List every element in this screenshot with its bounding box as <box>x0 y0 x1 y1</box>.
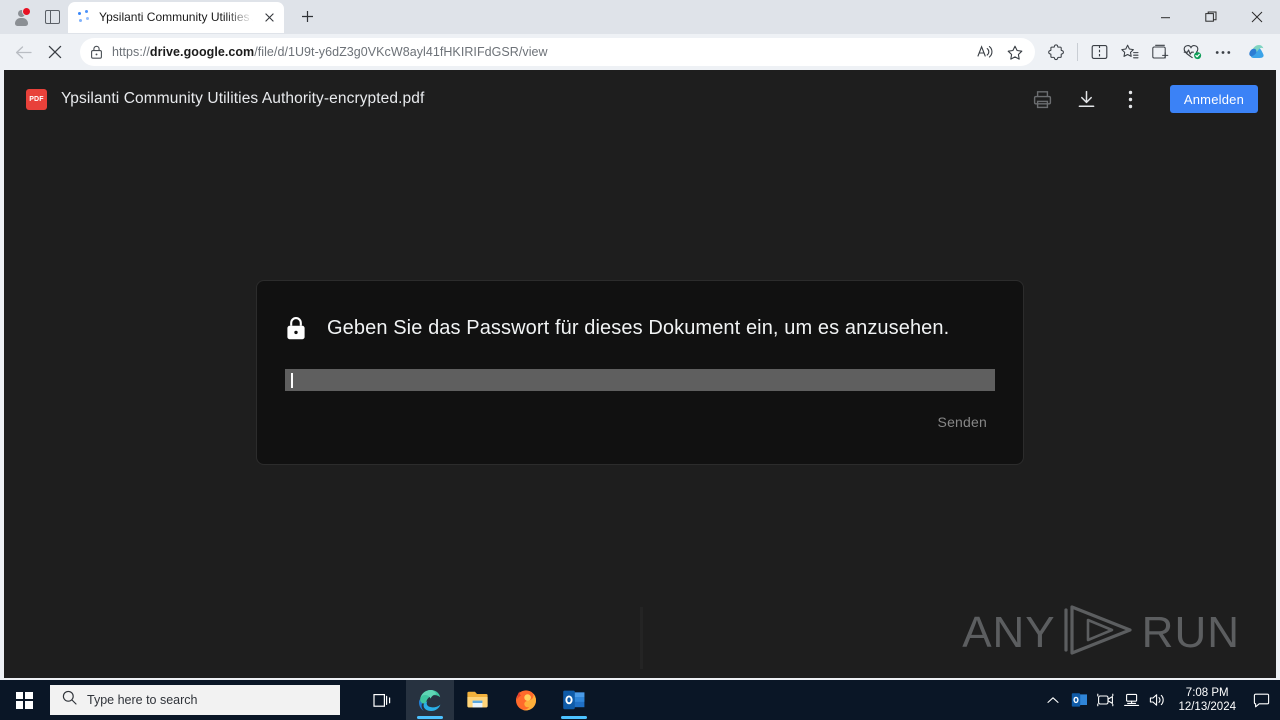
settings-more-icon[interactable] <box>1208 38 1238 66</box>
screen: Ypsilanti Community Utilities Aut <box>0 0 1280 720</box>
url-path: /file/d/1U9t-y6dZ3g0VKcW8ayl41fHKIRIFdGS… <box>254 45 548 59</box>
copilot-icon[interactable] <box>1242 38 1272 66</box>
password-input[interactable] <box>285 369 995 391</box>
profile-notification-dot <box>22 7 31 16</box>
windows-logo-icon <box>15 691 33 709</box>
clock-time: 7:08 PM <box>1185 686 1229 699</box>
loading-spinner-icon <box>78 10 92 24</box>
task-view-icon[interactable] <box>360 680 406 720</box>
notification-center-icon[interactable] <box>1246 680 1276 720</box>
page-separator <box>640 607 643 669</box>
pdf-title-group: PDF Ypsilanti Community Utilities Author… <box>26 88 425 110</box>
pdf-file-icon: PDF <box>26 88 47 110</box>
taskbar-app-buttons <box>406 680 598 720</box>
favorite-star-icon[interactable] <box>1001 40 1029 64</box>
taskbar-search-placeholder: Type here to search <box>87 693 198 707</box>
edge-browser-window: Ypsilanti Community Utilities Aut <box>0 0 1280 680</box>
restore-button[interactable] <box>1188 0 1234 34</box>
start-button[interactable] <box>0 680 48 720</box>
taskbar-search-box[interactable]: Type here to search <box>50 685 340 715</box>
navigation-bar: https://drive.google.com/file/d/1U9t-y6d… <box>0 34 1280 70</box>
more-vertical-icon[interactable] <box>1112 80 1150 118</box>
back-button[interactable] <box>8 38 38 66</box>
split-screen-icon[interactable] <box>1084 38 1114 66</box>
site-security-lock-icon[interactable] <box>90 45 104 59</box>
password-prompt-message: Geben Sie das Passwort für dieses Dokume… <box>327 317 950 339</box>
download-icon[interactable] <box>1068 80 1106 118</box>
vertical-tabs-icon <box>44 10 60 24</box>
favorites-list-icon[interactable] <box>1115 38 1145 66</box>
tab-title: Ypsilanti Community Utilities Aut <box>99 9 253 24</box>
pdf-file-name: Ypsilanti Community Utilities Authority-… <box>61 90 425 107</box>
active-app-indicator <box>561 716 587 719</box>
window-controls <box>1142 0 1280 34</box>
network-icon[interactable] <box>1118 680 1144 720</box>
volume-icon[interactable] <box>1144 680 1170 720</box>
password-dialog: Geben Sie das Passwort für dieses Dokume… <box>256 280 1024 465</box>
browser-essentials-icon[interactable] <box>1177 38 1207 66</box>
extensions-icon[interactable] <box>1041 38 1071 66</box>
taskbar-app-microsoft-edge[interactable] <box>406 680 454 720</box>
pdf-viewer-header: PDF Ypsilanti Community Utilities Author… <box>4 70 1276 128</box>
password-dialog-header: Geben Sie das Passwort für dieses Dokume… <box>285 307 995 349</box>
print-icon[interactable] <box>1024 80 1062 118</box>
browser-tab[interactable]: Ypsilanti Community Utilities Aut <box>68 1 284 33</box>
search-icon <box>62 690 77 710</box>
read-aloud-icon[interactable] <box>971 40 999 64</box>
collections-icon[interactable] <box>1146 38 1176 66</box>
watermark-text-left: ANY <box>962 607 1056 657</box>
address-bar-trailing-icons <box>971 40 1029 64</box>
camera-tray-icon[interactable] <box>1092 680 1118 720</box>
anyrun-watermark: ANY RUN <box>962 603 1240 662</box>
browser-toolbar <box>1041 38 1272 66</box>
anyrun-play-logo-icon <box>1062 603 1136 662</box>
active-app-indicator <box>417 716 443 719</box>
chevron-up-icon[interactable] <box>1040 680 1066 720</box>
taskbar-clock[interactable]: 7:08 PM 12/13/2024 <box>1170 680 1246 720</box>
pdf-viewer: PDF Ypsilanti Community Utilities Author… <box>4 70 1276 678</box>
sign-in-button[interactable]: Anmelden <box>1169 85 1258 113</box>
lock-icon <box>285 316 307 341</box>
tab-strip-leading-controls: Ypsilanti Community Utilities Aut <box>0 0 326 34</box>
windows-taskbar: Type here to search 7:08 PM 12/13/2024 <box>0 680 1280 720</box>
url-prefix: https:// <box>112 45 150 59</box>
profile-avatar-button[interactable] <box>6 4 36 30</box>
submit-password-button[interactable]: Senden <box>930 410 995 434</box>
url-domain: drive.google.com <box>149 45 255 59</box>
clock-date: 12/13/2024 <box>1178 701 1236 713</box>
minimize-button[interactable] <box>1142 0 1188 34</box>
tab-close-icon[interactable] <box>260 8 278 26</box>
tab-actions-button[interactable] <box>38 4 66 30</box>
stop-loading-button[interactable] <box>40 38 70 66</box>
tab-strip: Ypsilanti Community Utilities Aut <box>0 0 1280 34</box>
outlook-tray-icon[interactable] <box>1066 680 1092 720</box>
toolbar-divider <box>1077 43 1078 61</box>
close-window-button[interactable] <box>1234 0 1280 34</box>
pdf-viewer-actions: Anmelden <box>1024 80 1258 118</box>
new-tab-button[interactable] <box>292 2 322 30</box>
watermark-text-right: RUN <box>1141 607 1240 657</box>
address-bar[interactable]: https://drive.google.com/file/d/1U9t-y6d… <box>80 38 1035 66</box>
taskbar-app-firefox[interactable] <box>502 680 550 720</box>
system-tray: 7:08 PM 12/13/2024 <box>1040 680 1280 720</box>
text-caret <box>291 372 293 388</box>
taskbar-app-file-explorer[interactable] <box>454 680 502 720</box>
address-bar-url: https://drive.google.com/file/d/1U9t-y6d… <box>112 45 963 59</box>
password-dialog-footer: Senden <box>285 410 995 434</box>
taskbar-app-outlook[interactable] <box>550 680 598 720</box>
